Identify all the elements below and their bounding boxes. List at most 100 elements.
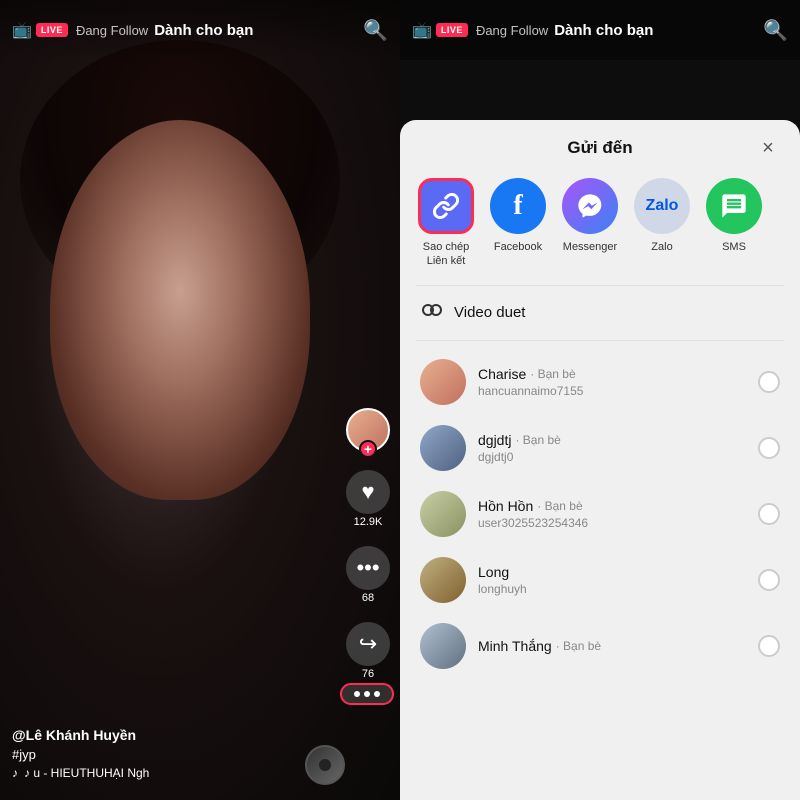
messenger-label: Messenger — [563, 240, 617, 254]
contact-avatar — [420, 425, 466, 471]
tv-icon-right: 📺 — [412, 20, 432, 40]
song-info: ♪ ♪ u - HIEUTHUHẠI Ngh — [12, 766, 149, 780]
more-options-button[interactable] — [340, 683, 394, 705]
contact-select-radio[interactable] — [758, 569, 780, 591]
right-action-icons: + ♥ 12.9K ••• 68 ↪ 76 — [346, 408, 390, 680]
nav-follow-right[interactable]: Đang Follow — [476, 23, 548, 38]
like-button[interactable]: ♥ — [346, 470, 390, 514]
contact-select-radio[interactable] — [758, 371, 780, 393]
contact-name: Minh Thắng — [478, 638, 552, 654]
contact-friend: · Bạn bè — [556, 639, 601, 653]
modal-title: Gửi đến — [567, 138, 632, 158]
share-item-messenger[interactable]: Messenger — [560, 178, 620, 254]
facebook-label: Facebook — [494, 240, 542, 254]
contact-name-row: Long — [478, 564, 746, 580]
music-icon: ♪ — [12, 766, 18, 780]
contact-friend: · Bạn bè — [515, 433, 560, 447]
sms-icon — [706, 178, 762, 234]
contact-name-row: Charise · Bạn bè — [478, 366, 746, 382]
right-video-panel: 📺 LIVE Đang Follow Dành cho bạn 🔍 Gửi đế… — [400, 0, 800, 800]
contact-username: hancuannaimo7155 — [478, 384, 746, 398]
contact-name: Long — [478, 564, 509, 580]
messenger-icon — [562, 178, 618, 234]
share-item-sms[interactable]: SMS — [704, 178, 764, 254]
contact-item[interactable]: Long longhuyh — [400, 547, 800, 613]
copy-link-label: Sao chépLiên kết — [423, 240, 469, 269]
nav-for-you-right[interactable]: Dành cho bạn — [554, 22, 653, 39]
share-item-zalo[interactable]: Zalo Zalo — [632, 178, 692, 254]
share-count: 76 — [362, 668, 374, 680]
left-top-nav: 📺 LIVE Đang Follow Dành cho bạn 🔍 — [0, 0, 400, 60]
dot1 — [354, 691, 360, 697]
music-disc — [305, 745, 345, 785]
duet-label: Video duet — [454, 304, 525, 321]
contact-username: user3025523254346 — [478, 516, 746, 530]
dot2 — [364, 691, 370, 697]
right-top-nav: 📺 LIVE Đang Follow Dành cho bạn 🔍 — [400, 0, 800, 60]
contact-item[interactable]: Minh Thắng · Bạn bè — [400, 613, 800, 679]
tv-icon: 📺 — [12, 20, 32, 40]
share-item-copy-link[interactable]: Sao chépLiên kết — [416, 178, 476, 269]
contact-username: dgjdtj0 — [478, 450, 746, 464]
live-badge: LIVE — [36, 23, 68, 37]
facebook-icon: f — [490, 178, 546, 234]
contact-select-radio[interactable] — [758, 635, 780, 657]
comment-button[interactable]: ••• — [346, 546, 390, 590]
comment-group: ••• 68 — [346, 546, 390, 604]
left-video-panel: 📺 LIVE Đang Follow Dành cho bạn 🔍 + ♥ 12… — [0, 0, 400, 800]
contact-avatar — [420, 623, 466, 669]
contact-info: Long longhuyh — [478, 564, 746, 596]
sms-label: SMS — [722, 240, 746, 254]
contact-select-radio[interactable] — [758, 437, 780, 459]
face-decoration — [50, 120, 310, 500]
contact-avatar — [420, 491, 466, 537]
nav-follow-left[interactable]: Đang Follow — [76, 23, 148, 38]
share-button[interactable]: ↪ — [346, 622, 390, 666]
contact-avatar — [420, 557, 466, 603]
contact-friend: · Bạn bè — [530, 367, 575, 381]
share-item-facebook[interactable]: f Facebook — [488, 178, 548, 254]
music-disc-inner — [319, 759, 331, 771]
comment-count: 68 — [362, 592, 374, 604]
like-count: 12.9K — [354, 516, 383, 528]
contact-info: Charise · Bạn bè hancuannaimo7155 — [478, 366, 746, 398]
nav-for-you-left[interactable]: Dành cho bạn — [154, 22, 253, 39]
modal-header: Gửi đến × — [400, 120, 800, 170]
contact-name: Hồn Hồn — [478, 498, 533, 514]
share-modal: Gửi đến × Sao chépLiên kết f Face — [400, 120, 800, 800]
contact-name: dgjdtj — [478, 432, 511, 448]
creator-avatar-container[interactable]: + — [346, 408, 390, 452]
like-group: ♥ 12.9K — [346, 470, 390, 528]
contact-name: Charise — [478, 366, 526, 382]
song-name: ♪ u - HIEUTHUHẠI Ngh — [24, 766, 149, 780]
video-info: @Lê Khánh Huyền #jyp ♪ ♪ u - HIEUTHUHẠI … — [12, 727, 149, 780]
contact-name-row: Minh Thắng · Bạn bè — [478, 638, 746, 654]
copy-link-icon — [418, 178, 474, 234]
contact-item[interactable]: Hồn Hồn · Bạn bè user3025523254346 — [400, 481, 800, 547]
contact-name-row: dgjdtj · Bạn bè — [478, 432, 746, 448]
contact-item[interactable]: dgjdtj · Bạn bè dgjdtj0 — [400, 415, 800, 481]
creator-username: @Lê Khánh Huyền — [12, 727, 149, 743]
video-hashtag: #jyp — [12, 747, 149, 762]
contact-info: Minh Thắng · Bạn bè — [478, 638, 746, 654]
contact-friend: · Bạn bè — [537, 499, 582, 513]
share-icons-row: Sao chépLiên kết f Facebook Messenger — [400, 170, 800, 285]
contact-username: longhuyh — [478, 582, 746, 596]
contact-name-row: Hồn Hồn · Bạn bè — [478, 498, 746, 514]
search-icon-left[interactable]: 🔍 — [363, 18, 388, 43]
dot3 — [374, 691, 380, 697]
contact-info: Hồn Hồn · Bạn bè user3025523254346 — [478, 498, 746, 530]
contact-avatar — [420, 359, 466, 405]
follow-button[interactable]: + — [359, 440, 377, 458]
video-duet-row[interactable]: Video duet — [400, 286, 800, 340]
modal-close-button[interactable]: × — [754, 134, 782, 162]
contact-item[interactable]: Charise · Bạn bè hancuannaimo7155 — [400, 349, 800, 415]
search-icon-right[interactable]: 🔍 — [763, 18, 788, 43]
zalo-icon: Zalo — [634, 178, 690, 234]
live-badge-right: LIVE — [436, 23, 468, 37]
contacts-list: Charise · Bạn bè hancuannaimo7155 dgjdtj… — [400, 341, 800, 800]
duet-icon — [420, 298, 444, 328]
zalo-label: Zalo — [651, 240, 672, 254]
share-group: ↪ 76 — [346, 622, 390, 680]
contact-select-radio[interactable] — [758, 503, 780, 525]
